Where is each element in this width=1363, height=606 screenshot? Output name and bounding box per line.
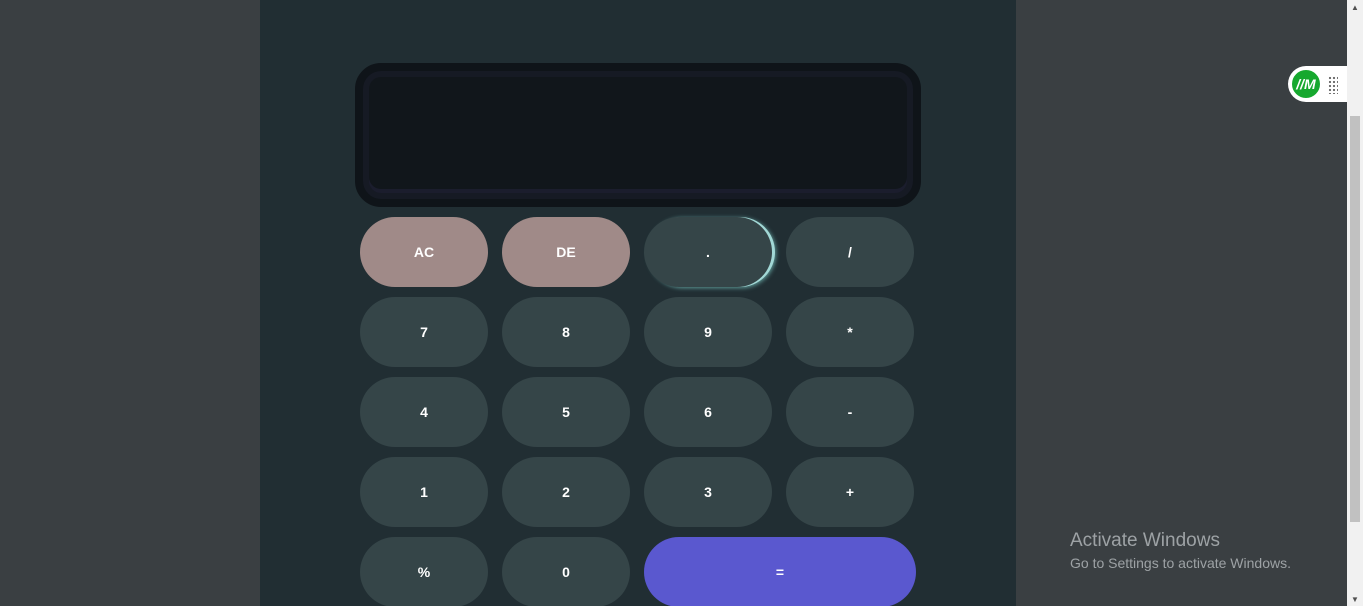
digit-9-button[interactable]: 9	[644, 297, 772, 367]
scroll-down-arrow-icon[interactable]: ▼	[1347, 592, 1363, 606]
drag-handle-icon[interactable]	[1328, 76, 1338, 94]
extension-widget[interactable]: //M	[1288, 66, 1347, 102]
activation-watermark: Activate Windows Go to Settings to activ…	[1070, 530, 1291, 574]
extension-logo-text: //M	[1296, 76, 1316, 92]
multiply-button[interactable]: *	[786, 297, 914, 367]
digit-8-button[interactable]: 8	[502, 297, 630, 367]
subtract-button[interactable]: -	[786, 377, 914, 447]
all-clear-button[interactable]: AC	[360, 217, 488, 287]
digit-2-button[interactable]: 2	[502, 457, 630, 527]
percent-button[interactable]: %	[360, 537, 488, 606]
add-button[interactable]: +	[786, 457, 914, 527]
calculator-display	[355, 63, 921, 207]
scrollbar-thumb[interactable]	[1350, 116, 1360, 522]
equals-button[interactable]: =	[644, 537, 916, 606]
digit-7-button[interactable]: 7	[360, 297, 488, 367]
digit-6-button[interactable]: 6	[644, 377, 772, 447]
digit-5-button[interactable]: 5	[502, 377, 630, 447]
page: AC DE . / 7 8 9 * 4 5 6 - 1 2 3 + % 0 = …	[0, 0, 1363, 606]
extension-logo-icon[interactable]: //M	[1290, 68, 1322, 100]
decimal-point-button[interactable]: .	[644, 217, 772, 287]
digit-4-button[interactable]: 4	[360, 377, 488, 447]
scroll-up-arrow-icon[interactable]: ▲	[1347, 0, 1363, 14]
activation-title: Activate Windows	[1070, 530, 1220, 551]
digit-3-button[interactable]: 3	[644, 457, 772, 527]
activation-subtitle: Go to Settings to activate Windows.	[1070, 555, 1291, 571]
vertical-scrollbar[interactable]: ▲ ▼	[1347, 0, 1363, 606]
delete-button[interactable]: DE	[502, 217, 630, 287]
digit-1-button[interactable]: 1	[360, 457, 488, 527]
divide-button[interactable]: /	[786, 217, 914, 287]
digit-0-button[interactable]: 0	[502, 537, 630, 606]
